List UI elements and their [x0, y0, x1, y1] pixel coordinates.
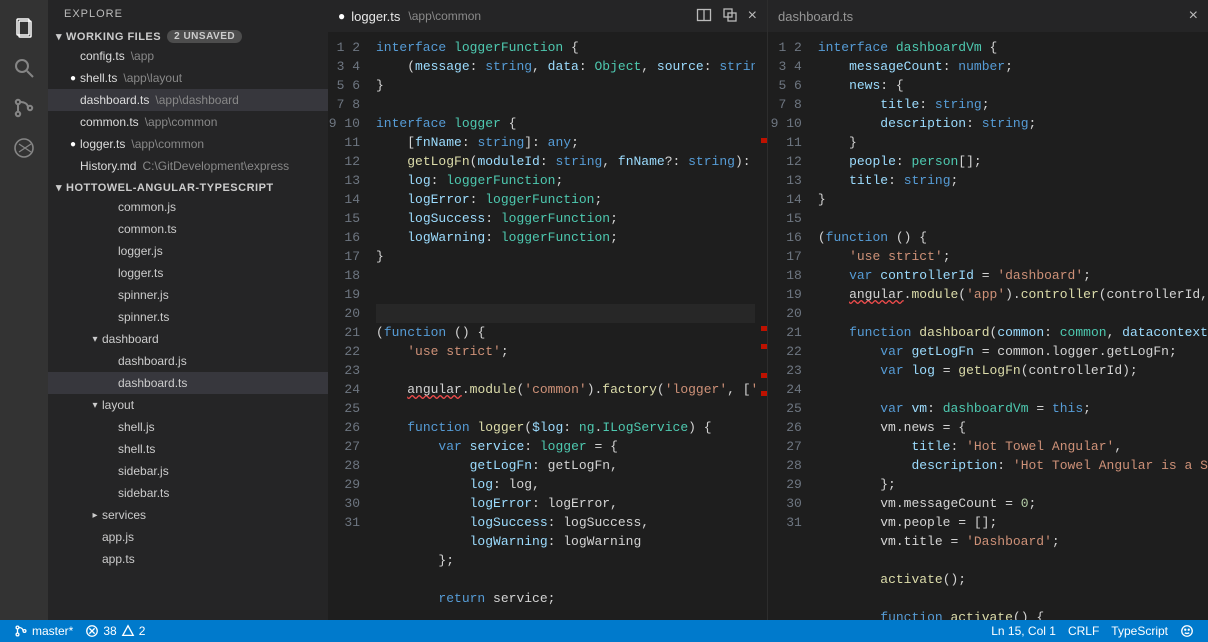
tree-label: shell.js	[118, 420, 155, 434]
tab-filename[interactable]: logger.ts	[351, 9, 400, 24]
tab-filename[interactable]: dashboard.ts	[778, 9, 853, 24]
close-tab-icon[interactable]: ×	[748, 7, 757, 26]
status-eol[interactable]: CRLF	[1062, 620, 1105, 642]
tab-filepath: \app\common	[408, 9, 481, 23]
close-tab-icon[interactable]: ×	[1189, 7, 1198, 25]
working-file-item[interactable]: common.ts \app\common	[48, 111, 328, 133]
tree-file[interactable]: dashboard.ts	[48, 372, 328, 394]
project-label: HOTTOWEL-ANGULAR-TYPESCRIPT	[66, 182, 274, 194]
working-file-item[interactable]: config.ts \app	[48, 45, 328, 67]
tree-label: services	[102, 508, 146, 522]
tree-file[interactable]: sidebar.ts	[48, 482, 328, 504]
tree-file[interactable]: sidebar.js	[48, 460, 328, 482]
dirty-dot-icon: ●	[66, 139, 80, 150]
tree-label: logger.ts	[118, 266, 163, 280]
project-tree: common.js common.ts logger.js logger.ts spin…	[48, 196, 328, 570]
activity-bar	[0, 0, 48, 620]
chevron-down-icon: ▾	[52, 181, 66, 194]
tree-label: spinner.ts	[118, 310, 169, 324]
chevron-down-icon: ▾	[52, 30, 66, 43]
tree-file[interactable]: shell.js	[48, 416, 328, 438]
overview-ruler[interactable]	[755, 32, 767, 620]
tree-label: sidebar.js	[118, 464, 169, 478]
tree-file[interactable]: dashboard.js	[48, 350, 328, 372]
file-path: \app	[131, 49, 154, 63]
unsaved-badge: 2 UNSAVED	[167, 30, 242, 43]
status-language[interactable]: TypeScript	[1105, 620, 1174, 642]
status-problems[interactable]: 38 2	[79, 620, 151, 642]
tree-file[interactable]: common.ts	[48, 218, 328, 240]
tree-folder[interactable]: ▸services	[48, 504, 328, 526]
editor-pane-right: dashboard.ts × 1 2 3 4 5 6 7 8 9 10 11 1…	[768, 0, 1208, 620]
tree-label: shell.ts	[118, 442, 155, 456]
tree-file[interactable]: common.js	[48, 196, 328, 218]
tree-folder[interactable]: ▾dashboard	[48, 328, 328, 350]
status-bar: master* 38 2 Ln 15, Col 1 CRLF TypeScrip…	[0, 620, 1208, 642]
file-path: \app\dashboard	[155, 93, 238, 107]
file-name: common.ts	[80, 115, 139, 129]
file-path: \app\layout	[123, 71, 182, 85]
tree-label: spinner.js	[118, 288, 169, 302]
working-file-item[interactable]: ●shell.ts \app\layout	[48, 67, 328, 89]
file-path: \app\common	[131, 137, 204, 151]
tree-file[interactable]: shell.ts	[48, 438, 328, 460]
activity-git-icon[interactable]	[0, 88, 48, 128]
status-git-branch[interactable]: master*	[8, 620, 79, 642]
working-file-item[interactable]: dashboard.ts \app\dashboard	[48, 89, 328, 111]
file-path: \app\common	[145, 115, 218, 129]
sidebar-title: EXPLORE	[48, 0, 328, 28]
tree-file[interactable]: app.js	[48, 526, 328, 548]
dirty-dot-icon: ●	[66, 73, 80, 84]
file-path: C:\GitDevelopment\express	[142, 159, 289, 173]
file-name: dashboard.ts	[80, 93, 149, 107]
twisty-icon: ▾	[88, 334, 102, 345]
tree-label: common.ts	[118, 222, 177, 236]
tree-label: logger.js	[118, 244, 163, 258]
working-files-header[interactable]: ▾ WORKING FILES 2 UNSAVED	[48, 28, 328, 45]
explorer-sidebar: EXPLORE ▾ WORKING FILES 2 UNSAVED config…	[48, 0, 328, 620]
tree-label: dashboard	[102, 332, 159, 346]
tab-bar-right: dashboard.ts ×	[768, 0, 1208, 32]
file-name: History.md	[80, 159, 136, 173]
tree-file[interactable]: spinner.js	[48, 284, 328, 306]
code-editor-right[interactable]: 1 2 3 4 5 6 7 8 9 10 11 12 13 14 15 16 1…	[768, 32, 1208, 620]
tab-bar-left: ● logger.ts \app\common ×	[328, 0, 767, 32]
code-editor-left[interactable]: 1 2 3 4 5 6 7 8 9 10 11 12 13 14 15 16 1…	[328, 32, 767, 620]
tree-label: app.ts	[102, 552, 135, 566]
working-file-item[interactable]: ●logger.ts \app\common	[48, 133, 328, 155]
tree-file[interactable]: logger.js	[48, 240, 328, 262]
tree-label: dashboard.js	[118, 354, 187, 368]
file-name: shell.ts	[80, 71, 117, 85]
tree-label: app.js	[102, 530, 134, 544]
activity-search-icon[interactable]	[0, 48, 48, 88]
tree-label: layout	[102, 398, 134, 412]
project-header[interactable]: ▾ HOTTOWEL-ANGULAR-TYPESCRIPT	[48, 179, 328, 196]
file-name: logger.ts	[80, 137, 125, 151]
twisty-icon: ▸	[88, 510, 102, 521]
tree-label: common.js	[118, 200, 176, 214]
twisty-icon: ▾	[88, 400, 102, 411]
activity-debug-icon[interactable]	[0, 128, 48, 168]
file-name: config.ts	[80, 49, 125, 63]
tree-folder[interactable]: ▾layout	[48, 394, 328, 416]
tree-label: dashboard.ts	[118, 376, 187, 390]
split-editor-icon[interactable]	[696, 7, 712, 26]
status-feedback-icon[interactable]	[1174, 620, 1200, 642]
tree-file[interactable]: app.ts	[48, 548, 328, 570]
working-file-item[interactable]: History.md C:\GitDevelopment\express	[48, 155, 328, 177]
working-files-list: config.ts\app●shell.ts\app\layoutdashboa…	[48, 45, 328, 177]
activity-explorer-icon[interactable]	[0, 8, 48, 48]
open-changes-icon[interactable]	[722, 7, 738, 26]
editor-pane-left: ● logger.ts \app\common × 1 2 3 4 5 6 7 …	[328, 0, 768, 620]
dirty-indicator-icon: ●	[338, 9, 345, 23]
tree-file[interactable]: logger.ts	[48, 262, 328, 284]
working-files-label: WORKING FILES	[66, 31, 161, 43]
status-cursor-position[interactable]: Ln 15, Col 1	[985, 620, 1062, 642]
tree-file[interactable]: spinner.ts	[48, 306, 328, 328]
tree-label: sidebar.ts	[118, 486, 169, 500]
editor-group: ● logger.ts \app\common × 1 2 3 4 5 6 7 …	[328, 0, 1208, 620]
